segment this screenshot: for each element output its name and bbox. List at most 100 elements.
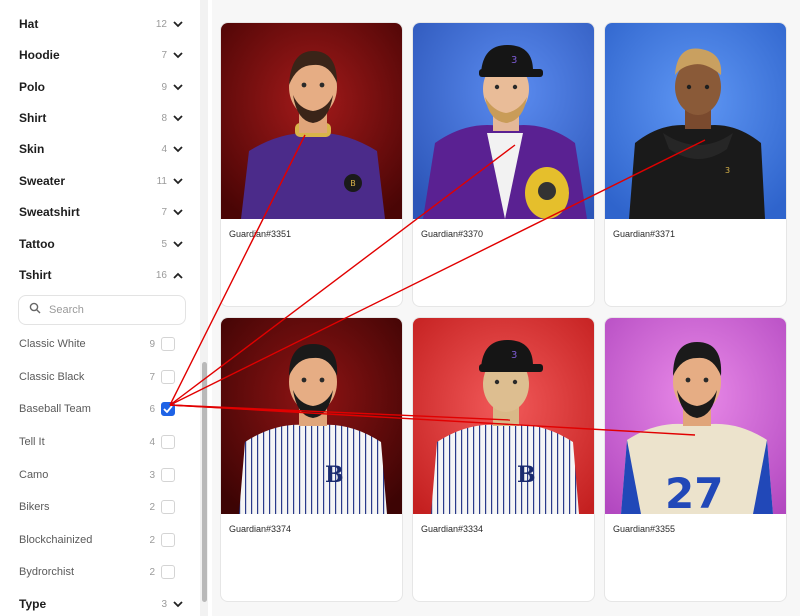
chevron-down-icon[interactable] [171,597,185,611]
category-count: 7 [161,206,167,218]
category-sweatshirt[interactable]: Sweatshirt 7 [19,200,187,224]
category-hat[interactable]: Hat 12 [19,12,187,36]
option-label: Tell It [19,436,45,448]
svg-text:3: 3 [511,350,517,361]
option-count: 4 [149,436,155,448]
option-tell-it[interactable]: Tell It 4 [19,431,175,453]
category-count: 16 [155,269,167,281]
nft-grid: B Guardian#3351 3 Guardian#3370 3 Guardi… [212,0,800,616]
checkbox[interactable] [161,435,175,449]
avatar-image: B 3 [413,318,594,514]
checkmark-icon [163,405,173,413]
category-label: Sweatshirt [19,205,80,219]
search-input[interactable] [49,304,169,316]
chevron-down-icon[interactable] [171,80,185,94]
option-count: 2 [149,534,155,546]
nft-card[interactable]: 3 Guardian#3370 [412,22,595,307]
nft-card[interactable]: 3 Guardian#3371 [604,22,787,307]
card-title: Guardian#3370 [421,229,484,239]
chevron-down-icon[interactable] [171,17,185,31]
card-title: Guardian#3334 [421,524,484,534]
avatar-image: B [221,23,402,219]
option-label: Camo [19,469,49,481]
checkbox[interactable] [161,468,175,482]
option-label: Classic White [19,338,86,350]
option-label: Bydrorchist [19,566,75,578]
option-classic-white[interactable]: Classic White 9 [19,333,175,355]
category-polo[interactable]: Polo 9 [19,75,187,99]
checkbox[interactable] [161,500,175,514]
nft-card[interactable]: B Guardian#3351 [220,22,403,307]
sidebar-scrollbar-thumb[interactable] [202,362,207,602]
card-title: Guardian#3351 [229,229,292,239]
category-count: 9 [161,81,167,93]
category-label: Tattoo [19,237,55,251]
chevron-down-icon[interactable] [171,205,185,219]
nft-card[interactable]: 27 Guardian#3355 [604,317,787,602]
svg-text:B: B [325,462,344,488]
avatar-image: B [221,318,402,514]
option-count: 9 [149,338,155,350]
svg-text:B: B [350,179,356,188]
option-label: Blockchainized [19,534,93,546]
category-label: Hoodie [19,48,60,62]
category-count: 5 [161,238,167,250]
category-count: 4 [161,143,167,155]
option-count: 7 [149,371,155,383]
nft-card[interactable]: B 3 Guardian#3334 [412,317,595,602]
category-label: Shirt [19,111,47,125]
checkbox-checked[interactable] [161,402,175,416]
chevron-down-icon[interactable] [171,111,185,125]
category-skin[interactable]: Skin 4 [19,137,187,161]
option-label: Classic Black [19,371,85,383]
category-type[interactable]: Type 3 [19,592,187,616]
card-title: Guardian#3355 [613,524,676,534]
filter-sidebar: Hat 12 Hoodie 7 Polo 9 Shirt 8 Skin 4 Sw… [0,0,214,616]
category-tattoo[interactable]: Tattoo 5 [19,232,187,256]
card-title: Guardian#3371 [613,229,676,239]
chevron-down-icon[interactable] [171,142,185,156]
svg-text:3: 3 [511,55,517,66]
checkbox[interactable] [161,533,175,547]
category-label: Tshirt [19,268,52,282]
avatar-image: 3 [605,23,786,219]
option-blockchainized[interactable]: Blockchainized 2 [19,529,175,551]
category-tshirt[interactable]: Tshirt 16 [19,263,187,287]
search-icon [29,301,41,319]
option-bikers[interactable]: Bikers 2 [19,496,175,518]
category-shirt[interactable]: Shirt 8 [19,106,187,130]
category-hoodie[interactable]: Hoodie 7 [19,43,187,67]
option-label: Baseball Team [19,403,91,415]
svg-text:27: 27 [665,469,723,514]
svg-text:3: 3 [725,166,730,175]
chevron-down-icon[interactable] [171,174,185,188]
avatar-image: 27 [605,318,786,514]
category-label: Skin [19,142,45,156]
chevron-up-icon[interactable] [171,268,185,282]
option-count: 2 [149,566,155,578]
checkbox[interactable] [161,370,175,384]
option-count: 6 [149,403,155,415]
checkbox[interactable] [161,337,175,351]
card-title: Guardian#3374 [229,524,292,534]
category-count: 7 [161,49,167,61]
option-search[interactable] [18,295,186,325]
nft-card[interactable]: B Guardian#3374 [220,317,403,602]
option-baseball-team[interactable]: Baseball Team 6 [19,398,175,420]
chevron-down-icon[interactable] [171,48,185,62]
category-count: 12 [155,18,167,30]
chevron-down-icon[interactable] [171,237,185,251]
category-label: Hat [19,17,39,31]
avatar-image: 3 [413,23,594,219]
category-sweater[interactable]: Sweater 11 [19,169,187,193]
option-classic-black[interactable]: Classic Black 7 [19,366,175,388]
checkbox[interactable] [161,565,175,579]
svg-text:B: B [517,462,536,488]
option-camo[interactable]: Camo 3 [19,464,175,486]
option-count: 3 [149,469,155,481]
option-count: 2 [149,501,155,513]
category-label: Sweater [19,174,66,188]
category-label: Polo [19,80,45,94]
option-label: Bikers [19,501,50,513]
option-bydrorchist[interactable]: Bydrorchist 2 [19,561,175,583]
